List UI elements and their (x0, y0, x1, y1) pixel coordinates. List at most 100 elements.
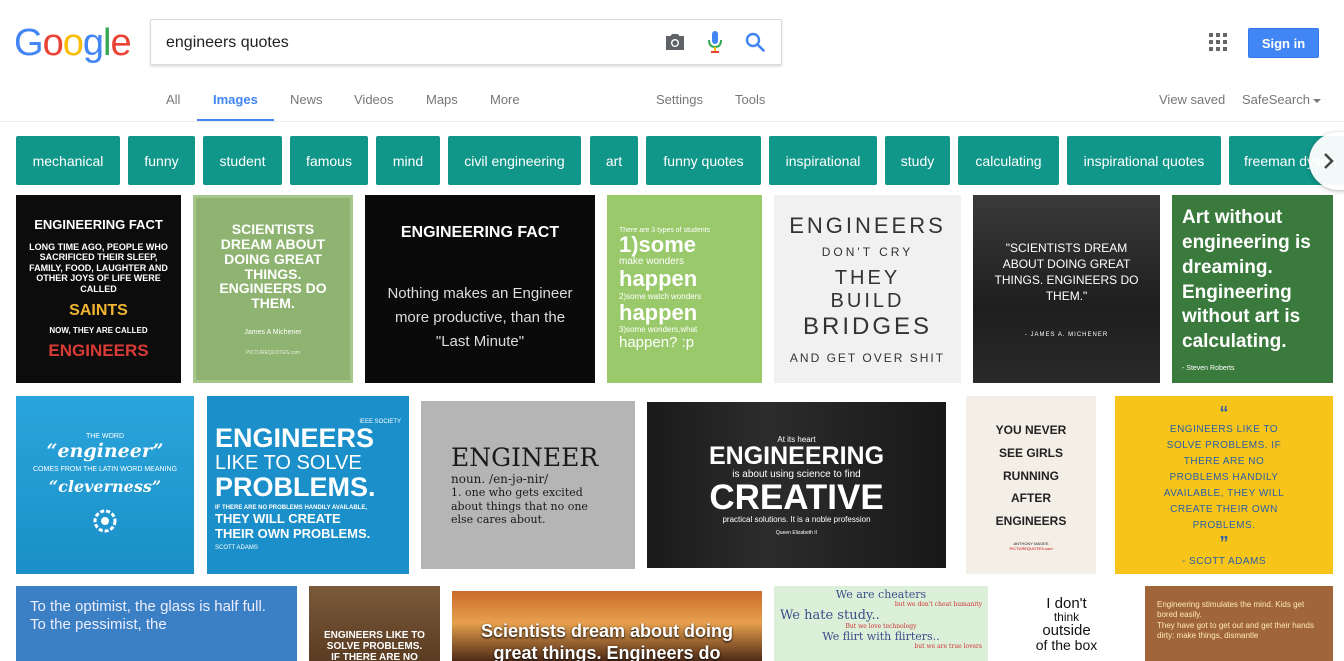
image-text: I don't (1046, 595, 1087, 612)
image-text: ENGINEERING (708, 441, 885, 470)
chip-funny[interactable]: funny (128, 136, 195, 185)
image-result[interactable]: ENGINEERS LIKE TO SOLVE PROBLEMS. IF THE… (309, 586, 440, 661)
image-result[interactable]: ENGINEERING FACT Nothing makes an Engine… (365, 195, 595, 383)
safesearch-dropdown[interactable]: SafeSearch (1242, 92, 1321, 107)
tab-videos[interactable]: Videos (354, 92, 394, 107)
search-icon[interactable] (743, 30, 767, 54)
image-text: “cleverness” (48, 476, 162, 496)
image-text: THEIR OWN PROBLEMS. (215, 526, 371, 541)
google-logo[interactable]: Google (14, 22, 132, 64)
chip-civil-engineering[interactable]: civil engineering (448, 136, 581, 185)
logo-letter: g (82, 22, 104, 64)
image-result[interactable]: At its heart ENGINEERING is about using … (647, 402, 946, 568)
image-result[interactable]: SCIENTISTS DREAM ABOUT DOING GREAT THING… (193, 195, 353, 383)
chip-inspirational-quotes[interactable]: inspirational quotes (1067, 136, 1221, 185)
chip-mechanical[interactable]: mechanical (16, 136, 120, 185)
camera-icon[interactable] (663, 30, 687, 54)
image-text: ENGINEER (451, 442, 599, 472)
microphone-icon[interactable] (703, 30, 727, 54)
view-saved-link[interactable]: View saved (1159, 92, 1225, 107)
tab-more[interactable]: More (490, 92, 520, 107)
chip-art[interactable]: art (590, 136, 638, 185)
image-result[interactable]: YOU NEVER SEE GIRLS RUNNING AFTER ENGINE… (966, 396, 1096, 574)
gear-icon (93, 509, 117, 532)
image-text: PICTUREQUOTES.com (246, 349, 300, 356)
image-text: We are cheaters (835, 588, 927, 601)
chip-mind[interactable]: mind (376, 136, 440, 185)
image-text: ENGINEERS (48, 340, 149, 360)
image-result[interactable]: There are 3 types of students 1)some mak… (607, 195, 762, 383)
google-images-page: Google Sign in All Images News Videos Ma… (0, 0, 1344, 661)
image-text: "SCIENTISTS DREAM ABOUT DOING GREAT THIN… (994, 240, 1139, 304)
image-text: practical solutions. It is a noble profe… (722, 514, 871, 524)
image-text: ENGINEERS (789, 213, 946, 238)
image-text: NOW, THEY ARE CALLED (49, 325, 148, 335)
image-text: ENGINEERS LIKE TO SOLVE PROBLEMS. IF THE… (324, 630, 425, 661)
related-search-chips: mechanical funny student famous mind civ… (16, 136, 1344, 185)
image-title: ENGINEERING FACT (400, 224, 560, 241)
image-text: happen (619, 266, 698, 292)
image-text: but we are true lovers (914, 643, 982, 650)
image-text: CREATIVE (709, 477, 884, 517)
image-result[interactable]: THE WORD “engineer” COMES FROM THE LATIN… (16, 396, 194, 574)
image-result[interactable]: “ ENGINEERS LIKE TO SOLVE PROBLEMS. IF T… (1115, 396, 1333, 574)
image-text: We hate study.. (780, 608, 880, 623)
image-text: - JAMES A. MICHENER (1024, 332, 1109, 339)
image-text: But we love technology (845, 623, 917, 630)
image-result[interactable]: I don't think outside of the box (1000, 586, 1133, 661)
image-result[interactable]: Engineering stimulates the mind. Kids ge… (1145, 586, 1333, 661)
image-text: YOU NEVER SEE GIRLS RUNNING AFTER ENGINE… (995, 423, 1067, 529)
image-text: THE WORD (85, 432, 125, 440)
image-text: ENGINEERS (215, 423, 375, 453)
tab-images[interactable]: Images (213, 92, 258, 107)
image-text: Nothing makes an Engineer more productiv… (387, 285, 573, 350)
apps-grid-icon[interactable] (1209, 33, 1227, 51)
image-text: of the box (1035, 637, 1098, 653)
image-result[interactable]: "SCIENTISTS DREAM ABOUT DOING GREAT THIN… (973, 195, 1160, 383)
image-text: outside (1042, 622, 1091, 639)
sign-in-button[interactable]: Sign in (1248, 28, 1319, 58)
logo-letter: e (110, 22, 131, 64)
image-text: happen? :p (619, 333, 695, 351)
image-text: SAINTS (69, 301, 128, 319)
image-result[interactable]: We are cheaters but we don't cheat human… (774, 586, 988, 661)
image-text: THEY WILL CREATE (215, 511, 341, 526)
image-result[interactable]: Scientists dream about doing great thing… (452, 591, 762, 661)
image-text: 1)some (619, 232, 697, 258)
chip-inspirational[interactable]: inspirational (769, 136, 877, 185)
image-text: but we don't cheat humanity (894, 601, 982, 608)
search-box (150, 19, 782, 65)
tab-maps[interactable]: Maps (426, 92, 458, 107)
image-text: They have got to get out and get their h… (1157, 620, 1314, 641)
image-text: BUILD (830, 290, 905, 312)
image-text: ENGINEERS LIKE TO SOLVE PROBLEMS. IF THE… (1163, 423, 1285, 531)
quote-close-icon: ” (1219, 532, 1229, 553)
image-text: PROBLEMS. (215, 472, 376, 502)
image-result[interactable]: To the optimist, the glass is half full.… (16, 586, 297, 661)
image-text: BRIDGES (802, 313, 933, 340)
image-text: 1. one who gets excited about things tha… (451, 485, 588, 527)
chip-calculating[interactable]: calculating (958, 136, 1059, 185)
tab-all[interactable]: All (166, 92, 180, 107)
search-input[interactable] (166, 31, 646, 55)
chip-study[interactable]: study (885, 136, 950, 185)
image-text: We flirt with flirters.. (822, 630, 940, 643)
chip-student[interactable]: student (203, 136, 282, 185)
tab-tools[interactable]: Tools (735, 92, 765, 107)
chip-funny-quotes[interactable]: funny quotes (646, 136, 761, 185)
image-result[interactable]: ENGINEER noun. /en-jə-nir/ 1. one who ge… (421, 401, 635, 569)
image-text: - SCOTT ADAMS (1181, 555, 1267, 567)
image-result[interactable]: Art without engineering is dreaming. Eng… (1172, 195, 1333, 383)
image-text: - Steven Roberts (1182, 364, 1235, 372)
image-text: THEY (834, 267, 901, 289)
tab-settings[interactable]: Settings (656, 92, 703, 107)
quote-open-icon: “ (1219, 402, 1229, 423)
image-result[interactable]: IEEE SOCIETY ENGINEERS LIKE TO SOLVE PRO… (207, 396, 409, 574)
image-result[interactable]: ENGINEERS DON'T CRY THEY BUILD BRIDGES A… (774, 195, 961, 383)
tab-news[interactable]: News (290, 92, 323, 107)
image-result[interactable]: ENGINEERING FACT LONG TIME AGO, PEOPLE W… (16, 195, 181, 383)
logo-letter: l (102, 22, 112, 64)
image-text: Scientists dream about doing great thing… (480, 621, 734, 661)
chip-famous[interactable]: famous (290, 136, 368, 185)
logo-letter: G (14, 22, 44, 64)
